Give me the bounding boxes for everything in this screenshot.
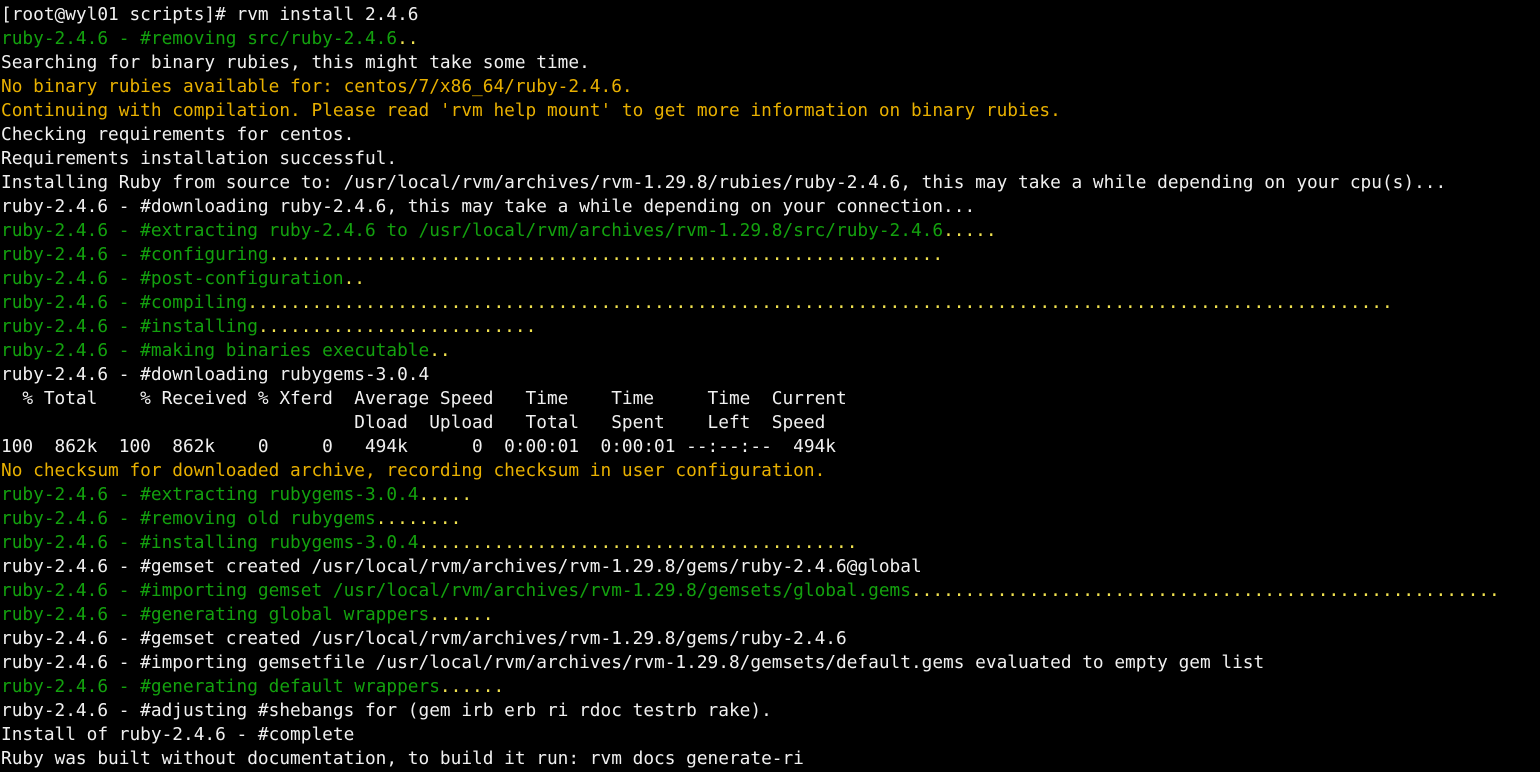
terminal-line-text: ruby-2.4.6 - #removing src/ruby-2.4.6	[1, 28, 398, 49]
terminal-line: Searching for binary rubies, this might …	[1, 51, 1540, 75]
terminal-line-text: ruby-2.4.6 - #gemset created /usr/local/…	[1, 556, 922, 577]
terminal-line-text: [root@wyl01 scripts]# rvm install 2.4.6	[1, 4, 419, 25]
terminal-line: ruby-2.4.6 - #removing src/ruby-2.4.6..	[1, 27, 1540, 51]
terminal-line: 100 862k 100 862k 0 0 494k 0 0:00:01 0:0…	[1, 435, 1540, 459]
terminal-line: [root@wyl01 scripts]# rvm install 2.4.6	[1, 3, 1540, 27]
terminal-line: ruby-2.4.6 - #configuring...............…	[1, 243, 1540, 267]
terminal-line: ruby-2.4.6 - #importing gemsetfile /usr/…	[1, 651, 1540, 675]
terminal-line-text: ruby-2.4.6 - #extracting ruby-2.4.6 to /…	[1, 220, 944, 241]
progress-dots: ..	[429, 340, 451, 361]
terminal-line-text: Continuing with compilation. Please read…	[1, 100, 1061, 121]
terminal-line-text: % Total % Received % Xferd Average Speed…	[1, 388, 847, 409]
terminal-line-text: ruby-2.4.6 - #configuring	[1, 244, 269, 265]
progress-dots: ..	[343, 268, 365, 289]
terminal-line-text: Checking requirements for centos.	[1, 124, 355, 145]
terminal-line: ruby-2.4.6 - #extracting rubygems-3.0.4.…	[1, 483, 1540, 507]
terminal-line-text: ruby-2.4.6 - #making binaries executable	[1, 340, 430, 361]
terminal-line: ruby-2.4.6 - #removing old rubygems.....…	[1, 507, 1540, 531]
terminal-line: ruby-2.4.6 - #post-configuration..	[1, 267, 1540, 291]
terminal-line-text: ruby-2.4.6 - #importing gemsetfile /usr/…	[1, 652, 1265, 673]
progress-dots: ..........................	[257, 316, 537, 337]
terminal-line-text: ruby-2.4.6 - #downloading rubygems-3.0.4	[1, 364, 430, 385]
terminal-line: ruby-2.4.6 - #downloading ruby-2.4.6, th…	[1, 195, 1540, 219]
terminal-line: Continuing with compilation. Please read…	[1, 99, 1540, 123]
terminal-line-text: ruby-2.4.6 - #importing gemset /usr/loca…	[1, 580, 911, 601]
progress-dots: .....	[418, 484, 473, 505]
terminal-line-text: ruby-2.4.6 - #extracting rubygems-3.0.4	[1, 484, 419, 505]
terminal-line-text: No binary rubies available for: centos/7…	[1, 76, 633, 97]
terminal-line-text: ruby-2.4.6 - #downloading ruby-2.4.6, th…	[1, 196, 976, 217]
terminal-line: No binary rubies available for: centos/7…	[1, 75, 1540, 99]
terminal-line: ruby-2.4.6 - #generating default wrapper…	[1, 675, 1540, 699]
terminal-line: Checking requirements for centos.	[1, 123, 1540, 147]
progress-dots: ........................................…	[247, 292, 1393, 313]
terminal-line: Installing Ruby from source to: /usr/loc…	[1, 171, 1540, 195]
progress-dots: .....	[943, 220, 997, 241]
progress-dots: ......	[429, 604, 494, 625]
terminal-line-text: Dload Upload Total Spent Left Speed	[1, 412, 826, 433]
terminal-line: ruby-2.4.6 - #downloading rubygems-3.0.4	[1, 363, 1540, 387]
terminal-line-text: ruby-2.4.6 - #installing rubygems-3.0.4	[1, 532, 419, 553]
terminal-line: ruby-2.4.6 - #compiling.................…	[1, 291, 1540, 315]
terminal-line-text: Installing Ruby from source to: /usr/loc…	[1, 172, 1447, 193]
progress-dots: ........	[375, 508, 462, 529]
terminal-line-text: ruby-2.4.6 - #generating default wrapper…	[1, 676, 440, 697]
terminal-line-text: ruby-2.4.6 - #post-configuration	[1, 268, 344, 289]
terminal-line: ruby-2.4.6 - #importing gemset /usr/loca…	[1, 579, 1540, 603]
terminal-line-text: 100 862k 100 862k 0 0 494k 0 0:00:01 0:0…	[1, 436, 837, 457]
terminal-line-text: ruby-2.4.6 - #generating global wrappers	[1, 604, 430, 625]
terminal-line-text: Searching for binary rubies, this might …	[1, 52, 590, 73]
terminal-line-text: Ruby was built without documentation, to…	[1, 748, 804, 769]
terminal-line: % Total % Received % Xferd Average Speed…	[1, 387, 1540, 411]
terminal-line-text: ruby-2.4.6 - #compiling	[1, 292, 248, 313]
terminal-line: ruby-2.4.6 - #installing................…	[1, 315, 1540, 339]
terminal-line-text: ruby-2.4.6 - #removing old rubygems	[1, 508, 376, 529]
terminal-line: ruby-2.4.6 - #gemset created /usr/local/…	[1, 555, 1540, 579]
terminal-line: Dload Upload Total Spent Left Speed	[1, 411, 1540, 435]
terminal-line: ruby-2.4.6 - #installing rubygems-3.0.4.…	[1, 531, 1540, 555]
progress-dots: ........................................…	[418, 532, 858, 553]
progress-dots: ......	[439, 676, 505, 697]
terminal-line: No checksum for downloaded archive, reco…	[1, 459, 1540, 483]
progress-dots: ........................................…	[268, 244, 944, 265]
terminal-line-text: Install of ruby-2.4.6 - #complete	[1, 724, 355, 745]
progress-dots: ........................................…	[910, 580, 1500, 601]
terminal-line: ruby-2.4.6 - #gemset created /usr/local/…	[1, 627, 1540, 651]
terminal-window[interactable]: [root@wyl01 scripts]# rvm install 2.4.6 r…	[0, 0, 1540, 772]
terminal-line: Ruby was built without documentation, to…	[1, 747, 1540, 771]
terminal-line: ruby-2.4.6 - #making binaries executable…	[1, 339, 1540, 363]
terminal-line-text: Requirements installation successful.	[1, 148, 398, 169]
terminal-line-text: ruby-2.4.6 - #installing	[1, 316, 258, 337]
terminal-line-text: ruby-2.4.6 - #adjusting #shebangs for (g…	[1, 700, 772, 721]
terminal-line-text: ruby-2.4.6 - #gemset created /usr/local/…	[1, 628, 847, 649]
terminal-line: Install of ruby-2.4.6 - #complete	[1, 723, 1540, 747]
progress-dots: ..	[397, 28, 419, 49]
terminal-line: ruby-2.4.6 - #extracting ruby-2.4.6 to /…	[1, 219, 1540, 243]
terminal-line: Requirements installation successful.	[1, 147, 1540, 171]
terminal-line-text: No checksum for downloaded archive, reco…	[1, 460, 826, 481]
terminal-line: ruby-2.4.6 - #generating global wrappers…	[1, 603, 1540, 627]
terminal-line: ruby-2.4.6 - #adjusting #shebangs for (g…	[1, 699, 1540, 723]
